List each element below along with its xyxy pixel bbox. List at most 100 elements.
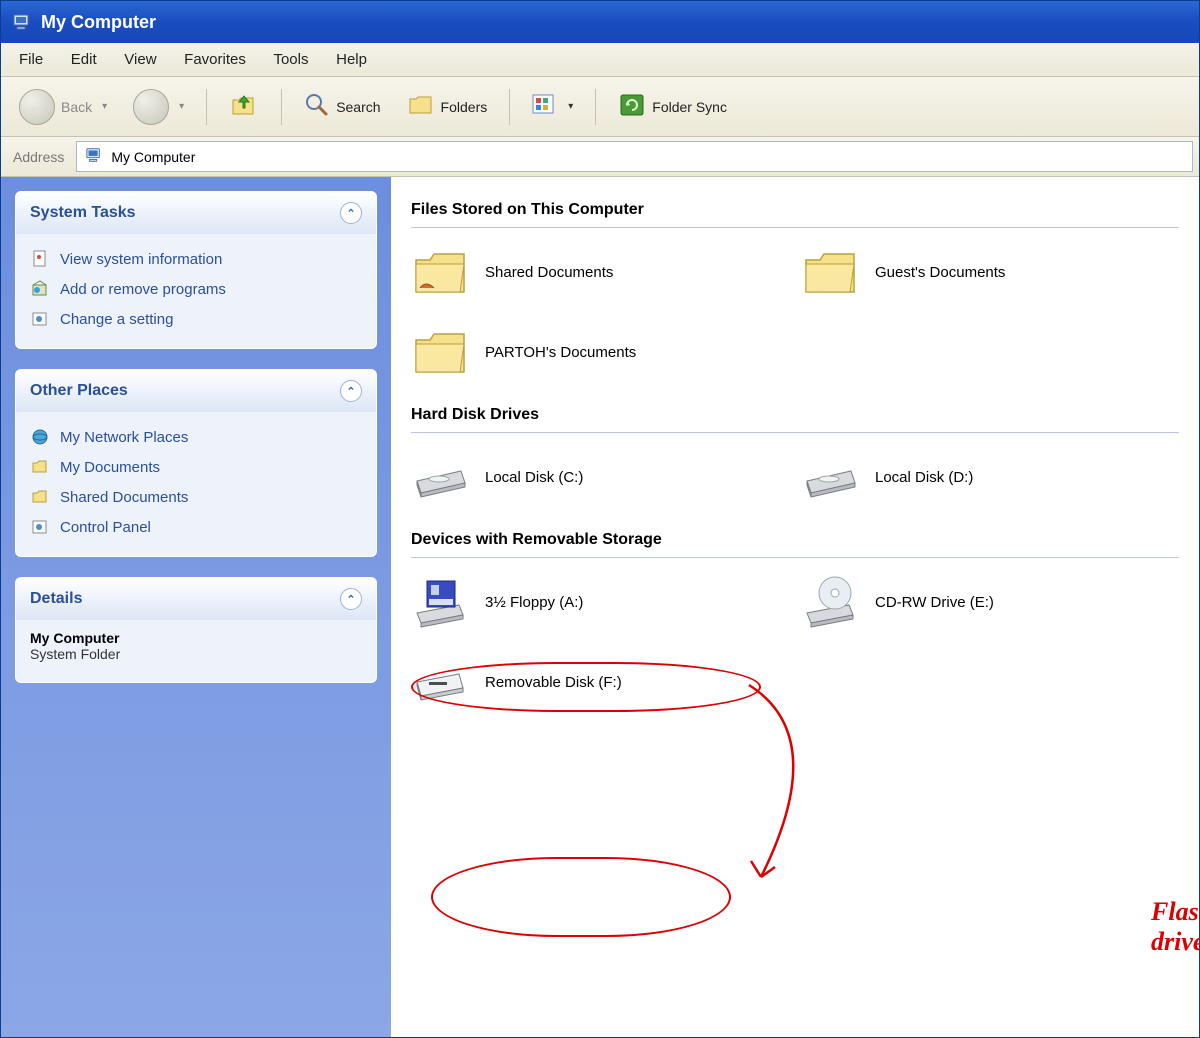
control-panel-icon [30,517,50,537]
annotation-label: Flash drive [1151,897,1200,957]
view-system-info-link[interactable]: View system information [30,244,362,274]
collapse-icon[interactable]: ⌃ [340,380,362,402]
link-label: Shared Documents [60,489,188,506]
forward-dropdown-icon: ▾ [179,101,184,112]
files-section-header: Files Stored on This Computer [411,197,1179,228]
item-label: CD-RW Drive (E:) [875,594,994,611]
link-label: My Network Places [60,429,188,446]
menu-tools[interactable]: Tools [261,47,320,72]
network-places-link[interactable]: My Network Places [30,422,362,452]
cd-rw-e-item[interactable]: CD-RW Drive (E:) [801,572,1131,632]
hdd-section-header: Hard Disk Drives [411,402,1179,433]
folder-sync-button[interactable]: Folder Sync [610,88,735,125]
system-tasks-panel: System Tasks ⌃ View system information A… [15,191,377,349]
forward-arrow-icon: → [133,89,169,125]
separator [595,89,596,125]
back-arrow-icon: ← [19,89,55,125]
link-label: Add or remove programs [60,281,226,298]
link-label: Control Panel [60,519,151,536]
menu-help[interactable]: Help [324,47,379,72]
collapse-icon[interactable]: ⌃ [340,202,362,224]
folder-icon [411,322,471,382]
details-body: My Computer System Folder [16,620,376,682]
search-icon [304,92,330,121]
local-disk-c-item[interactable]: Local Disk (C:) [411,447,741,507]
annotation-circle-header [411,662,761,712]
files-grid: Shared Documents Guest's Documents [411,242,1179,382]
item-label: Guest's Documents [875,264,1005,281]
back-dropdown-icon: ▾ [102,101,107,112]
titlebar[interactable]: My Computer [1,1,1199,43]
back-button[interactable]: ← Back ▾ [11,85,115,129]
collapse-icon[interactable]: ⌃ [340,588,362,610]
local-disk-d-item[interactable]: Local Disk (D:) [801,447,1131,507]
toolbar: ← Back ▾ → ▾ Search [1,77,1199,137]
folders-icon [407,92,435,121]
shared-folder-icon [411,242,471,302]
hard-drive-icon [801,447,861,507]
link-label: View system information [60,251,222,268]
address-bar: Address My Computer [1,137,1199,177]
partoh-documents-item[interactable]: PARTOH's Documents [411,322,741,382]
task-pane: System Tasks ⌃ View system information A… [1,177,391,1037]
system-tasks-body: View system information Add or remove pr… [16,234,376,348]
annotation-arrow [741,677,861,917]
shared-documents-item[interactable]: Shared Documents [411,242,741,302]
removable-section-header: Devices with Removable Storage [411,527,1179,558]
content-pane: Files Stored on This Computer Shared Doc… [391,177,1199,1037]
system-tasks-header[interactable]: System Tasks ⌃ [16,192,376,234]
menu-file[interactable]: File [7,47,55,72]
details-item-sub: System Folder [30,646,362,662]
folders-button[interactable]: Folders [399,88,496,125]
floppy-a-item[interactable]: 3½ Floppy (A:) [411,572,741,632]
separator [206,89,207,125]
folder-icon [801,242,861,302]
shared-documents-link[interactable]: Shared Documents [30,482,362,512]
address-value: My Computer [111,149,195,165]
separator [281,89,282,125]
cd-drive-icon [801,572,861,632]
add-remove-programs-link[interactable]: Add or remove programs [30,274,362,304]
details-item-title: My Computer [30,630,362,646]
folder-sync-icon [618,92,646,121]
my-documents-link[interactable]: My Documents [30,452,362,482]
item-label: PARTOH's Documents [485,344,636,361]
menu-bar: File Edit View Favorites Tools Help [1,43,1199,77]
control-panel-link[interactable]: Control Panel [30,512,362,542]
menu-view[interactable]: View [112,47,168,72]
menu-edit[interactable]: Edit [59,47,109,72]
back-label: Back [61,99,92,115]
guests-documents-item[interactable]: Guest's Documents [801,242,1131,302]
search-button[interactable]: Search [296,88,388,125]
box-icon [30,279,50,299]
other-places-panel: Other Places ⌃ My Network Places My Docu… [15,369,377,557]
up-button[interactable] [221,86,267,127]
hdd-grid: Local Disk (C:) Local Disk (D:) [411,447,1179,507]
control-panel-icon [30,309,50,329]
body: System Tasks ⌃ View system information A… [1,177,1199,1037]
folder-icon [30,457,50,477]
other-places-header[interactable]: Other Places ⌃ [16,370,376,412]
page-icon [30,249,50,269]
change-setting-link[interactable]: Change a setting [30,304,362,334]
system-tasks-title: System Tasks [30,204,136,222]
item-label: Local Disk (D:) [875,469,973,486]
details-header[interactable]: Details ⌃ [16,578,376,620]
forward-button[interactable]: → ▾ [125,85,192,129]
details-panel: Details ⌃ My Computer System Folder [15,577,377,683]
network-icon [30,427,50,447]
link-label: Change a setting [60,311,173,328]
address-field[interactable]: My Computer [76,141,1193,172]
address-label: Address [1,143,76,171]
item-label: Shared Documents [485,264,613,281]
folders-label: Folders [441,99,488,115]
views-dropdown-icon: ▾ [568,101,573,112]
views-button[interactable]: ▾ [524,90,581,123]
menu-favorites[interactable]: Favorites [172,47,258,72]
my-computer-icon [85,146,103,167]
my-computer-icon [11,11,33,33]
separator [509,89,510,125]
search-label: Search [336,99,380,115]
details-title: Details [30,590,82,608]
other-places-title: Other Places [30,382,128,400]
